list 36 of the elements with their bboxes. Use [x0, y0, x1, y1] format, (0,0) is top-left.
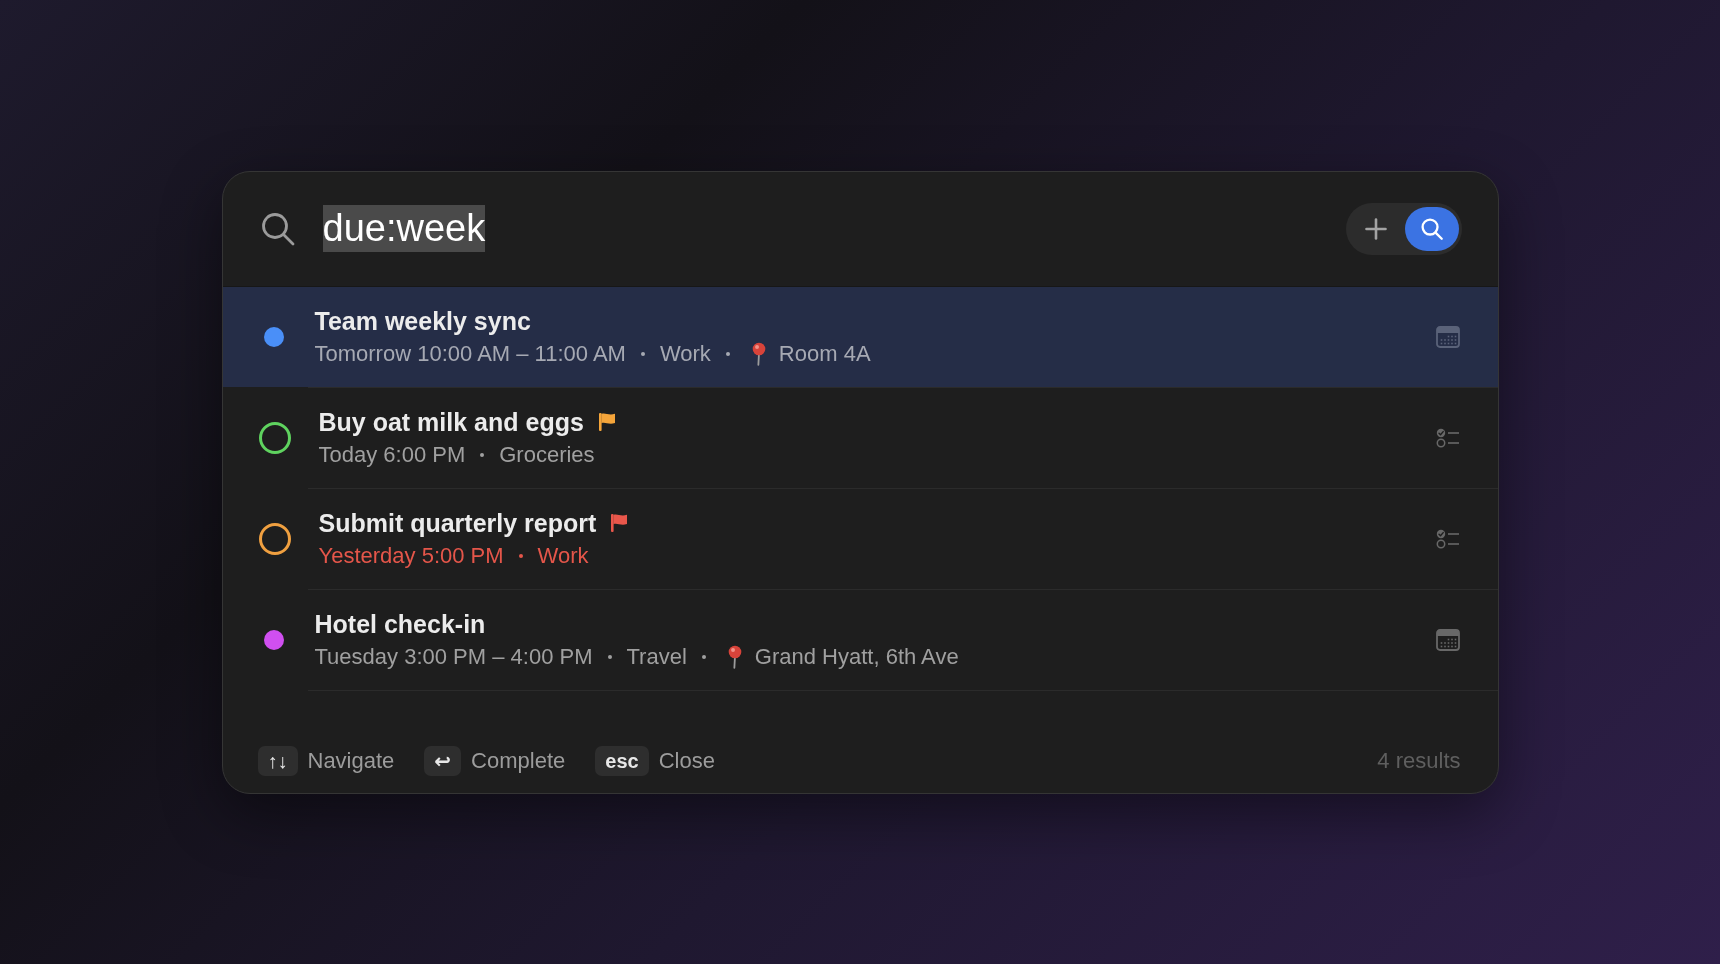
- result-row[interactable]: Submit quarterly report Yesterday 5:00 PM Work: [222, 488, 1498, 589]
- shortcut-label: Close: [658, 746, 715, 775]
- result-list: Work: [659, 339, 711, 368]
- result-title: Buy oat milk and eggs: [318, 406, 584, 437]
- location-text: Room 4A: [778, 339, 871, 368]
- shortcut-key: ↩: [424, 745, 462, 776]
- shortcut-key: esc: [595, 745, 649, 776]
- shortcut-label: Complete: [471, 746, 566, 775]
- plus-icon: [1364, 217, 1387, 240]
- checklist-icon: [1435, 528, 1460, 549]
- calendar-icon: [1435, 325, 1460, 348]
- result-title: Hotel check-in: [314, 608, 486, 639]
- task-checkbox[interactable]: [258, 421, 291, 454]
- result-time: Yesterday 5:00 PM: [318, 541, 504, 570]
- calendar-icon: [1435, 628, 1460, 651]
- result-time: Tomorrow 10:00 AM – 11:00 AM: [314, 339, 626, 368]
- result-title: Submit quarterly report: [318, 507, 597, 538]
- location-text: Grand Hyatt, 6th Ave: [754, 642, 959, 671]
- task-checkbox[interactable]: [258, 522, 291, 555]
- shortcut-label: Navigate: [307, 746, 395, 775]
- search-field[interactable]: due:week: [322, 203, 1346, 254]
- checklist-icon: [1435, 427, 1460, 448]
- search-icon: [1420, 217, 1443, 240]
- search-icon: [260, 211, 295, 246]
- result-count: 4 results: [1377, 746, 1461, 775]
- search-button[interactable]: [1404, 206, 1459, 251]
- result-list: Work: [537, 541, 589, 570]
- result-time: Tuesday 3:00 PM – 4:00 PM: [314, 642, 593, 671]
- result-title: Team weekly sync: [314, 305, 531, 336]
- shortcut-key: ↑↓: [257, 745, 298, 776]
- result-row[interactable]: Hotel check-in Tuesday 3:00 PM – 4:00 PM Travel Grand Hyatt, 6th Ave: [222, 589, 1498, 690]
- result-list: Travel: [626, 642, 687, 671]
- result-row[interactable]: Buy oat milk and eggs Today 6:00 PM Groceries: [222, 387, 1498, 488]
- result-list: Groceries: [499, 440, 595, 469]
- result-time: Today 6:00 PM: [318, 440, 466, 469]
- result-row[interactable]: Team weekly sync Tomorrow 10:00 AM – 11:00 AM Work Room 4A: [222, 286, 1498, 387]
